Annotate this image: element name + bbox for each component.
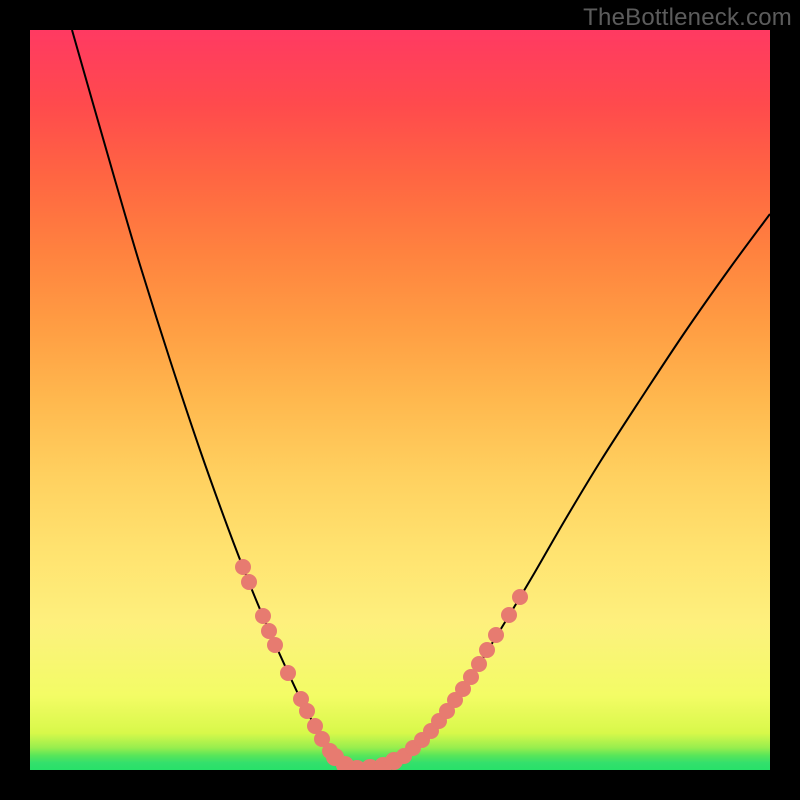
curve-left	[72, 30, 360, 769]
bead-marker	[280, 665, 296, 681]
bead-marker	[235, 559, 251, 575]
chart-svg	[30, 30, 770, 770]
bead-marker	[241, 574, 257, 590]
curve-right	[360, 214, 770, 769]
bead-marker	[471, 656, 487, 672]
bead-marker	[267, 637, 283, 653]
bead-marker	[299, 703, 315, 719]
plot-area	[30, 30, 770, 770]
chart-frame: TheBottleneck.com	[0, 0, 800, 800]
bead-marker	[255, 608, 271, 624]
bead-marker	[488, 627, 504, 643]
bead-marker	[261, 623, 277, 639]
bead-marker	[479, 642, 495, 658]
bead-marker	[501, 607, 517, 623]
beads-group	[235, 559, 528, 770]
watermark-text: TheBottleneck.com	[583, 4, 792, 32]
bead-marker	[512, 589, 528, 605]
